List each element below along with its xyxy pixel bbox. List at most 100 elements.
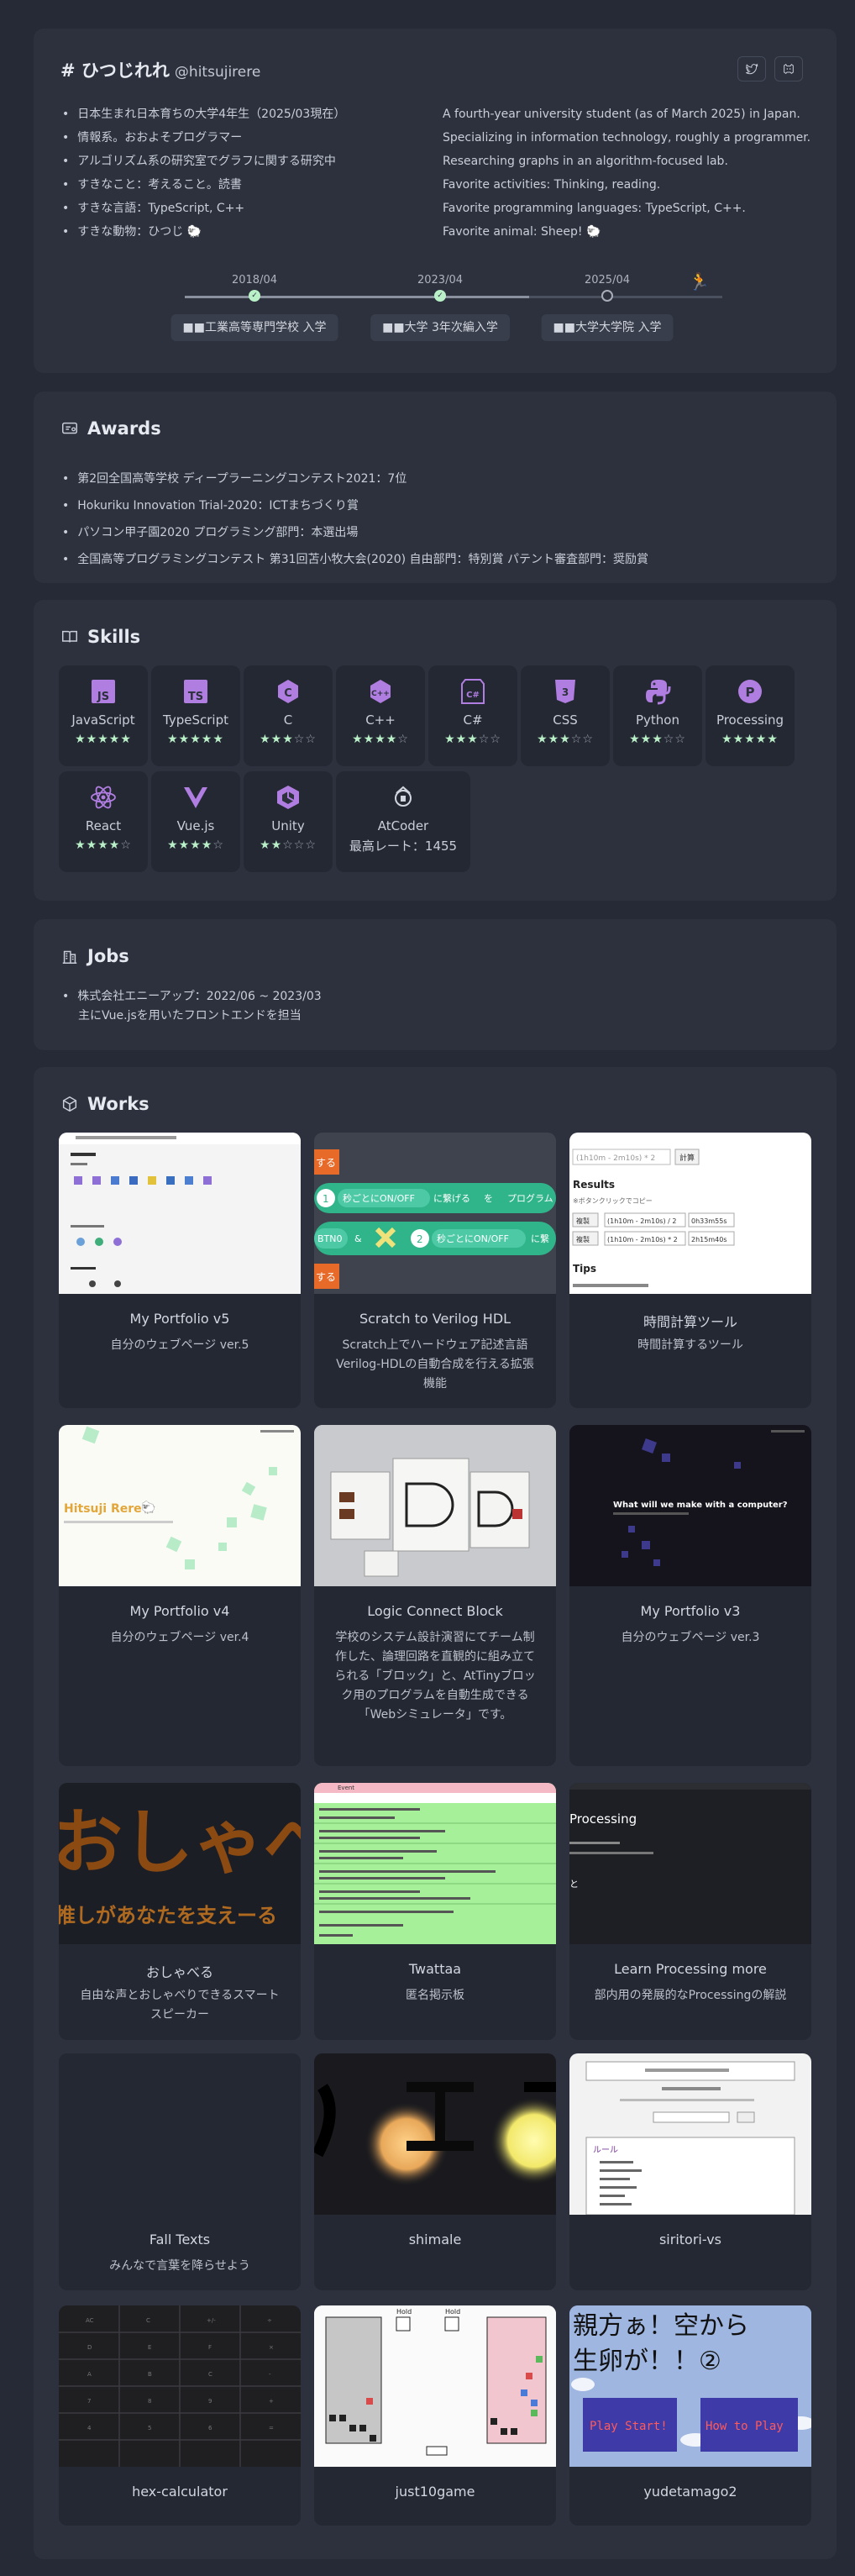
work-card-scratch-verilog[interactable]: する 1 秒ごとにON/OFF に繋げる を プログラム BTN0 & 2 秒ご… <box>314 1133 556 1408</box>
twitter-icon <box>746 63 758 75</box>
building-icon <box>62 950 77 964</box>
jobs-list: 株式会社エニーアップ：2022/06 ~ 2023/03 <box>62 986 321 1007</box>
work-card-yudetamago2[interactable]: 親方ぁ！空から 生卵が！！② Play Start! How to Play y… <box>569 2305 811 2526</box>
svg-text:×: × <box>269 2344 274 2351</box>
list-item: アルゴリズム系の研究室でグラフに関する研究中 <box>62 150 345 173</box>
work-title: Fall Texts <box>149 2232 211 2247</box>
time-calc-screenshot: (1h10m - 2m10s) * 2 計算 Results ※ボタンクリックで… <box>572 1149 735 1287</box>
thumb-text: Play Start! <box>590 2420 668 2433</box>
star-filled-icon: ★ <box>86 733 98 746</box>
svg-text:C#: C# <box>466 691 480 700</box>
star-filled-icon: ★ <box>455 733 468 746</box>
work-description: Scratch上でハードウェア記述言語Verilog-HDLの自動合成を行える拡… <box>336 1338 534 1391</box>
thumb-text: に繋 <box>531 1233 549 1244</box>
thumb-text: Event <box>338 1785 354 1791</box>
svg-text:E: E <box>148 2344 151 2351</box>
discord-link-button[interactable] <box>774 56 803 81</box>
timeline-date: 2025/04 <box>584 274 631 287</box>
skill-name: AtCoder <box>377 818 429 833</box>
star-rating: ★★★★★ <box>706 733 795 746</box>
section-title: Jobs <box>87 946 129 966</box>
list-item: Researching graphs in an algorithm-focus… <box>443 155 728 168</box>
work-card-twattaa[interactable]: Event Twattaa 匿名掲示板 <box>314 1783 556 2040</box>
svg-text:C++: C++ <box>371 690 390 698</box>
list-item: すきな動物：ひつじ 🐑 <box>62 220 345 244</box>
atcoder-icon <box>395 786 412 807</box>
work-card-oshaberu[interactable]: おしゃべ 推しがあなたを支えーる おしゃべる 自由な声とおしゃべりできるスマート… <box>59 1783 301 2040</box>
svg-text:8: 8 <box>148 2398 151 2405</box>
star-rating: ★★★★★ <box>59 733 148 746</box>
work-card-just10game[interactable]: Hold Hold just10game <box>314 2305 556 2526</box>
work-card-learn-processing[interactable]: Processing と Learn Processing more 部内用の発… <box>569 1783 811 2040</box>
list-item: Favorite activities: Thinking, reading. <box>443 178 661 192</box>
work-card-fall-texts[interactable]: Fall Texts みんなで言葉を降らせよう <box>59 2053 301 2290</box>
javascript-icon: JS <box>92 680 115 703</box>
thumb-text: (1h10m - 2m10s) * 2 <box>607 1236 678 1243</box>
star-empty-icon: ☆ <box>293 839 306 852</box>
work-title: My Portfolio v5 <box>129 1311 230 1327</box>
work-description: みんなで言葉を降らせよう <box>109 2259 250 2273</box>
timeline-label: ■■大学大学院 入学 <box>541 314 674 341</box>
svg-text:+: + <box>269 2398 274 2405</box>
thumb-text: を <box>484 1193 493 1204</box>
skill-card-processing: P Processing ★★★★★ <box>706 665 795 766</box>
star-empty-icon: ☆ <box>305 839 317 852</box>
list-item: 第2回全国高等学校 ディープラーニングコンテスト2021：7位 <box>62 465 648 492</box>
list-item: Specializing in information technology, … <box>443 131 811 145</box>
work-description: 自分のウェブページ ver.4 <box>110 1631 249 1644</box>
thumb-text: (1h10m - 2m10s) / 2 <box>607 1217 676 1225</box>
svg-text:1: 1 <box>323 1193 329 1205</box>
work-thumbnail: Hold Hold <box>314 2305 556 2467</box>
work-description: 匿名掲示板 <box>406 1989 464 2002</box>
c-icon: C# <box>461 679 485 704</box>
typescript-icon: TS <box>184 680 207 703</box>
work-card-time-calc[interactable]: (1h10m - 2m10s) * 2 計算 Results ※ボタンクリックで… <box>569 1133 811 1408</box>
work-card-portfolio-v5[interactable]: My Portfolio v5 自分のウェブページ ver.5 <box>59 1133 301 1408</box>
star-filled-icon: ★ <box>190 733 202 746</box>
star-empty-icon: ☆ <box>293 733 306 746</box>
svg-text:7: 7 <box>87 2398 91 2405</box>
skill-card-c: C++ C++ ★★★★☆ <box>336 665 425 766</box>
star-filled-icon: ★ <box>108 733 121 746</box>
profile-name: ひつじれれ <box>81 60 170 81</box>
work-card-logic-connect[interactable]: Logic Connect Block 学校のシステム設計演習にてチーム制作した… <box>314 1425 556 1766</box>
star-filled-icon: ★ <box>537 733 548 746</box>
scratch-blocks-screenshot: する 1 秒ごとにON/OFF に繋げる を プログラム BTN0 & 2 秒ご… <box>314 1133 556 1294</box>
svg-text:TS: TS <box>188 691 203 703</box>
thumb-text: と <box>569 1879 579 1890</box>
profile-card: # ひつじれれ@hitsujirere 日本生まれ日本育ちの大学4年生（2025… <box>34 29 837 373</box>
work-card-portfolio-v4[interactable]: Hitsuji Rere 🐑 My Portfolio v4 自分のウェブページ… <box>59 1425 301 1766</box>
skill-name: Unity <box>271 818 305 833</box>
check-icon: ✓ <box>249 290 260 302</box>
section-title: Awards <box>87 418 161 439</box>
skill-card-python: Python ★★★☆☆ <box>613 665 702 766</box>
star-empty-icon: ☆ <box>663 733 675 746</box>
processing-icon: P <box>738 680 762 703</box>
skills-card: Skills JS JavaScript ★★★★★ TS TypeScript ★★★★… <box>34 600 837 901</box>
star-filled-icon: ★ <box>270 733 283 746</box>
star-filled-icon: ★ <box>640 733 653 746</box>
timeline-date: 2023/04 <box>417 274 464 287</box>
work-card-portfolio-v3[interactable]: What will we make with a computer? My Po… <box>569 1425 811 1766</box>
work-card-shimale[interactable]: shimale <box>314 2053 556 2290</box>
work-thumbnail: ルール <box>569 2053 811 2215</box>
star-filled-icon: ★ <box>352 733 364 746</box>
skill-name: React <box>85 818 122 833</box>
star-filled-icon: ★ <box>86 839 98 852</box>
work-thumbnail: Event <box>314 1783 556 1944</box>
work-card-hex-calculator[interactable]: AC C +/- ÷ D E F × A B C - 7 8 9 + 4 5 6 = hex-calculat… <box>59 2305 301 2526</box>
thumb-text: プログラム <box>507 1192 553 1204</box>
discord-icon <box>784 63 794 74</box>
work-title: shimale <box>408 2232 462 2247</box>
hex-calculator-screenshot: AC C +/- ÷ D E F × A B C - 7 8 9 + 4 5 6 = <box>59 2305 301 2467</box>
thumb-text: 生卵が！！② <box>573 2347 721 2376</box>
thumb-text: に繋げる <box>433 1192 470 1204</box>
twitter-link-button[interactable] <box>737 56 766 81</box>
section-title: Skills <box>87 627 141 647</box>
star-empty-icon: ☆ <box>582 733 594 746</box>
section-title: Works <box>87 1094 149 1114</box>
work-card-siritori[interactable]: ルール siritori-vs <box>569 2053 811 2290</box>
unity-icon <box>277 786 299 809</box>
star-empty-icon: ☆ <box>490 733 501 746</box>
vue-js-icon <box>184 787 207 808</box>
